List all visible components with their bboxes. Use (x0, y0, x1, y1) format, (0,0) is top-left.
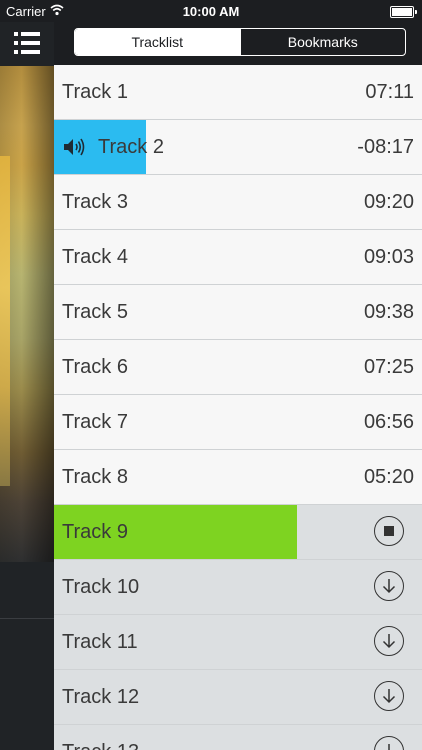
track-duration: 05:20 (363, 466, 414, 488)
track-title: Track 5 (62, 301, 128, 323)
divider (0, 618, 54, 619)
track-row[interactable]: Track 5 09:38 (54, 285, 422, 340)
track-title: Track 2 (98, 136, 164, 158)
tab-tracklist[interactable]: Tracklist (75, 29, 240, 55)
side-panel (0, 22, 54, 750)
track-row[interactable]: Track 4 09:03 (54, 230, 422, 285)
battery-icon (390, 6, 417, 18)
download-icon[interactable] (374, 681, 404, 711)
clock: 10:00 AM (182, 4, 240, 19)
track-row[interactable]: Track 9 (54, 505, 422, 560)
download-icon[interactable] (374, 626, 404, 656)
track-duration: 09:03 (363, 246, 414, 268)
track-title: Track 1 (62, 81, 128, 103)
segmented-control: Tracklist Bookmarks (74, 28, 406, 56)
speaker-icon (64, 138, 85, 156)
download-icon[interactable] (374, 736, 404, 750)
track-duration: 06:56 (363, 411, 414, 433)
track-title: Track 7 (62, 411, 128, 433)
track-title: Track 11 (62, 631, 138, 653)
track-row[interactable]: Track 1 07:11 (54, 65, 422, 120)
track-duration: 09:38 (363, 301, 414, 323)
track-list: Track 1 07:11 Track 2 -08:17 Track 3 09:20 Tra… (54, 65, 422, 750)
track-row[interactable]: Track 13 (54, 725, 422, 750)
track-row[interactable]: Track 8 05:20 (54, 450, 422, 505)
track-duration: 07:11 (365, 81, 414, 103)
track-title: Track 9 (62, 521, 128, 543)
track-row[interactable]: Track 2 -08:17 (54, 120, 422, 175)
status-bar: Carrier 10:00 AM (0, 0, 422, 22)
track-title: Track 3 (62, 191, 128, 213)
track-row[interactable]: Track 7 06:56 (54, 395, 422, 450)
track-row[interactable]: Track 10 (54, 560, 422, 615)
track-duration: -08:17 (357, 136, 414, 158)
track-row[interactable]: Track 11 (54, 615, 422, 670)
track-title: Track 8 (62, 466, 128, 488)
track-row[interactable]: Track 6 07:25 (54, 340, 422, 395)
menu-icon[interactable] (14, 32, 40, 54)
track-title: Track 13 (62, 725, 139, 750)
stop-icon[interactable] (374, 516, 404, 546)
track-duration: 07:25 (363, 356, 414, 378)
album-art (0, 66, 54, 562)
track-title: Track 4 (62, 246, 128, 268)
download-icon[interactable] (374, 571, 404, 601)
track-duration: 09:20 (363, 191, 414, 213)
track-title: Track 10 (62, 576, 140, 598)
tab-bookmarks[interactable]: Bookmarks (239, 29, 406, 55)
track-row[interactable]: Track 3 09:20 (54, 175, 422, 230)
track-row[interactable]: Track 12 (54, 670, 422, 725)
track-title: Track 6 (62, 356, 128, 378)
track-title: Track 12 (62, 686, 140, 708)
